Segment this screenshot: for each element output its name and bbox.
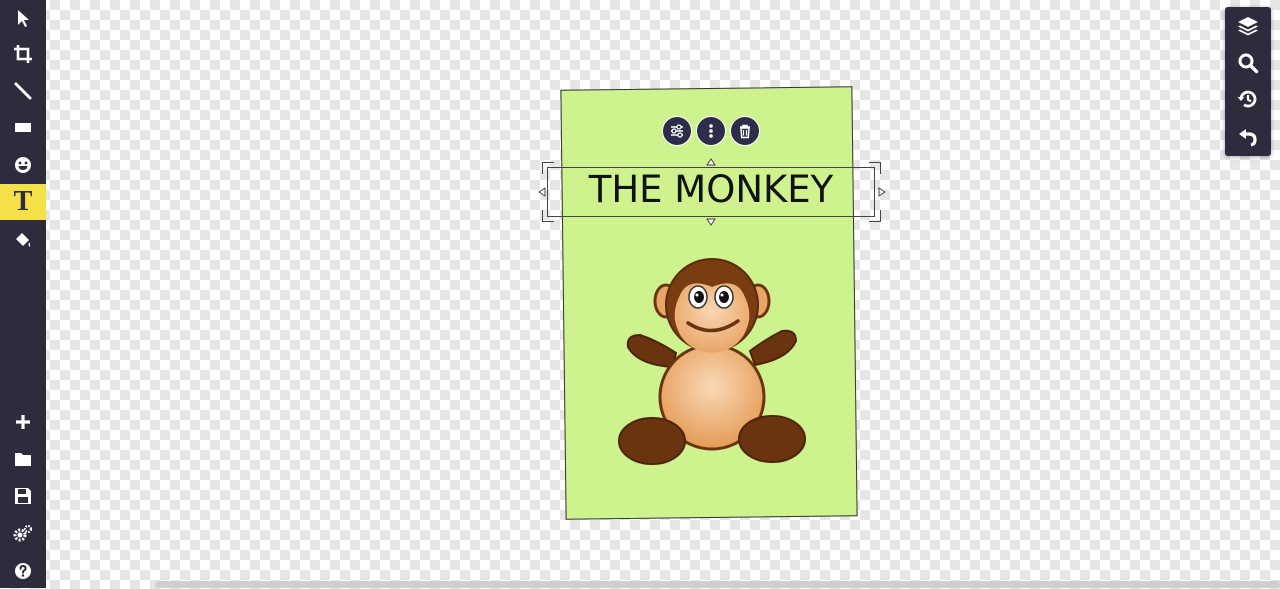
paint-bucket-icon bbox=[16, 233, 31, 247]
resize-arrow-right-icon[interactable] bbox=[877, 187, 887, 197]
sticker-tool-button[interactable] bbox=[0, 147, 46, 183]
resize-arrow-bottom-icon[interactable] bbox=[706, 217, 716, 227]
draw-tool-button[interactable] bbox=[0, 73, 46, 109]
resize-handle-top-left[interactable] bbox=[542, 162, 554, 174]
text-tool-label: T bbox=[13, 186, 33, 217]
history-button[interactable] bbox=[1225, 81, 1271, 117]
folder-icon bbox=[15, 453, 31, 466]
resize-arrow-top-icon[interactable] bbox=[706, 157, 716, 167]
text-selection-box[interactable] bbox=[547, 167, 875, 217]
question-circle-icon bbox=[15, 563, 31, 579]
settings-button[interactable] bbox=[0, 515, 46, 551]
resize-handle-bottom-right[interactable] bbox=[869, 210, 881, 222]
save-button[interactable] bbox=[0, 478, 46, 514]
select-tool-button[interactable] bbox=[0, 0, 46, 36]
help-button[interactable] bbox=[0, 553, 46, 589]
sliders-icon bbox=[671, 124, 683, 138]
left-toolbar: T bbox=[0, 0, 46, 588]
crop-icon bbox=[14, 45, 32, 63]
magnifier-icon bbox=[1238, 53, 1259, 74]
zoom-button[interactable] bbox=[1225, 45, 1271, 81]
add-button[interactable] bbox=[0, 404, 46, 440]
floppy-disk-icon bbox=[15, 488, 31, 504]
layers-icon bbox=[1238, 17, 1258, 36]
delete-button[interactable] bbox=[730, 116, 760, 146]
pencil-icon bbox=[14, 82, 32, 100]
layers-button[interactable] bbox=[1225, 8, 1271, 44]
monkey-illustration[interactable] bbox=[618, 255, 810, 470]
horizontal-scrollbar[interactable] bbox=[155, 581, 1280, 588]
trash-icon bbox=[740, 124, 750, 139]
resize-handle-bottom-left[interactable] bbox=[542, 210, 554, 222]
adjust-button[interactable] bbox=[662, 116, 692, 146]
history-icon bbox=[1237, 90, 1257, 108]
plus-icon bbox=[16, 415, 30, 429]
more-options-button[interactable] bbox=[696, 116, 726, 146]
crop-tool-button[interactable] bbox=[0, 36, 46, 72]
rectangle-icon bbox=[15, 123, 31, 132]
gears-icon bbox=[13, 524, 33, 542]
right-toolbar bbox=[1225, 7, 1271, 156]
rectangle-tool-button[interactable] bbox=[0, 110, 46, 146]
text-tool-button[interactable]: T bbox=[0, 184, 46, 220]
more-vertical-icon bbox=[709, 124, 713, 138]
undo-icon bbox=[1239, 129, 1257, 147]
smiley-icon bbox=[15, 157, 31, 173]
resize-handle-top-right[interactable] bbox=[869, 162, 881, 174]
fill-tool-button[interactable] bbox=[0, 222, 46, 258]
resize-arrow-left-icon[interactable] bbox=[537, 187, 547, 197]
cursor-arrow-icon bbox=[18, 10, 29, 27]
undo-button[interactable] bbox=[1225, 118, 1271, 154]
open-button[interactable] bbox=[0, 441, 46, 477]
